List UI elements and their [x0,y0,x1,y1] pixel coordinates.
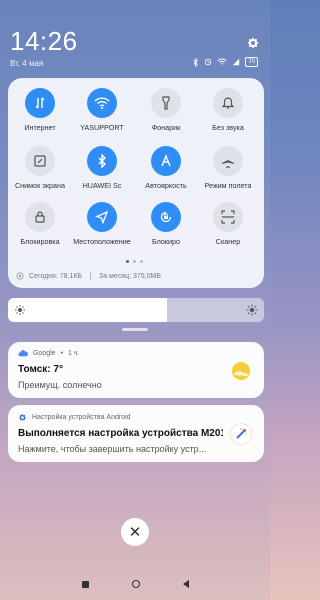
toggle-scanner[interactable]: Сканер [198,202,258,246]
toggle-wifi[interactable]: YASUPPORT [72,88,132,132]
data-usage-bar: Сегодня: 78,1КБ За месяц: 375,0МБ [16,268,256,284]
toggle-label: Автояркость [145,181,187,190]
toggle-auto-brightness[interactable]: Автояркость [136,146,196,190]
control-center-panel: Интернет YASUPPORT Фонарик Без звука Снимок … [8,78,264,288]
bluetooth-status-icon [193,57,199,67]
toggle-airplane[interactable]: Режим полета [198,146,258,190]
toggle-bell[interactable]: Без звука [198,88,258,132]
recents-button[interactable] [81,580,89,588]
toggle-label: Без звука [212,123,244,132]
toggle-rotation-lock[interactable]: Блокиро [136,202,196,246]
signal-status-icon [233,58,240,66]
data-usage-icon [16,272,24,280]
magic-wand-icon [230,423,252,445]
wifi-icon [87,88,117,118]
toggle-flashlight[interactable]: Фонарик [136,88,196,132]
date-label: Вт, 4 мая [10,59,44,68]
device-setup-notification[interactable]: Настройка устройства Android Выполняется… [8,405,264,462]
wifi-status-icon [217,58,227,65]
brightness-fill [8,298,167,322]
back-button[interactable] [182,580,189,588]
panel-drag-handle[interactable] [122,328,148,331]
status-icons: 70 [192,57,258,67]
toggle-label: Интернет [24,123,56,132]
toggle-label: Местоположение [73,237,131,246]
brightness-high-icon [246,304,258,316]
scanner-icon [213,202,243,232]
weather-notification[interactable]: Google • 1 ч. Томск: 7° Преимущ. солнечн… [8,342,264,398]
lock-icon [25,202,55,232]
alarm-status-icon [205,58,212,66]
toggle-label: Сканер [215,237,241,246]
notification-app-name: Настройка устройства Android [32,414,131,421]
notification-app-name: Google [33,350,56,357]
page-indicator [126,260,143,263]
close-icon: ✕ [128,524,142,541]
data-arrows-icon [25,88,55,118]
navigation-bar [0,568,270,600]
screenshot-icon [25,146,55,176]
notification-header: Настройка устройства Android [18,413,131,422]
location-icon [87,202,117,232]
notification-title: Выполняется настройка устройства M2011..… [18,428,223,439]
notification-title: Томск: 7° [18,364,63,375]
sun-weather-icon [232,362,250,380]
notification-body: Нажмите, чтобы завершить настройку устр.… [18,444,207,454]
brightness-slider[interactable] [8,298,264,322]
notification-dot: • [60,350,64,357]
toggle-label: YASUPPORT [80,123,124,132]
toggle-label: Снимок экрана [14,181,66,190]
brightness-low-icon [15,305,25,315]
page-dot [133,260,136,263]
bell-icon [213,88,243,118]
notification-body: Преимущ. солнечно [18,380,102,390]
toggle-label: Режим полета [204,181,252,190]
airplane-icon [213,146,243,176]
notification-time: 1 ч. [68,350,80,357]
page-dot [140,260,143,263]
toggle-label: Блокиро [151,237,181,246]
auto-brightness-icon [151,146,181,176]
cloud-icon [18,350,28,357]
data-usage-today: Сегодня: 78,1КБ [29,272,83,280]
home-button[interactable] [131,580,140,588]
toggle-lock[interactable]: Блокировка [10,202,70,246]
gear-icon[interactable] [246,36,260,50]
settings-gear-small-icon [19,414,26,421]
clock[interactable]: 14:26 [10,26,78,57]
flashlight-icon [151,88,181,118]
toggle-bluetooth[interactable]: HUAWEI Sc [72,146,132,190]
close-notifications-button[interactable]: ✕ [121,518,149,546]
toggle-label: Фонарик [151,123,181,132]
toggle-label: HUAWEI Sc [82,181,122,190]
battery-icon: 70 [245,57,258,67]
bluetooth-icon [87,146,117,176]
divider [90,272,92,280]
toggle-label: Блокировка [20,237,60,246]
toggle-location[interactable]: Местоположение [72,202,132,246]
toggle-screenshot[interactable]: Снимок экрана [10,146,70,190]
data-usage-month: За месяц: 375,0МБ [99,272,161,280]
rotation-lock-icon [151,202,181,232]
page-dot [126,260,129,263]
notification-header: Google • 1 ч. [18,350,79,357]
toggle-data-arrows[interactable]: Интернет [10,88,70,132]
